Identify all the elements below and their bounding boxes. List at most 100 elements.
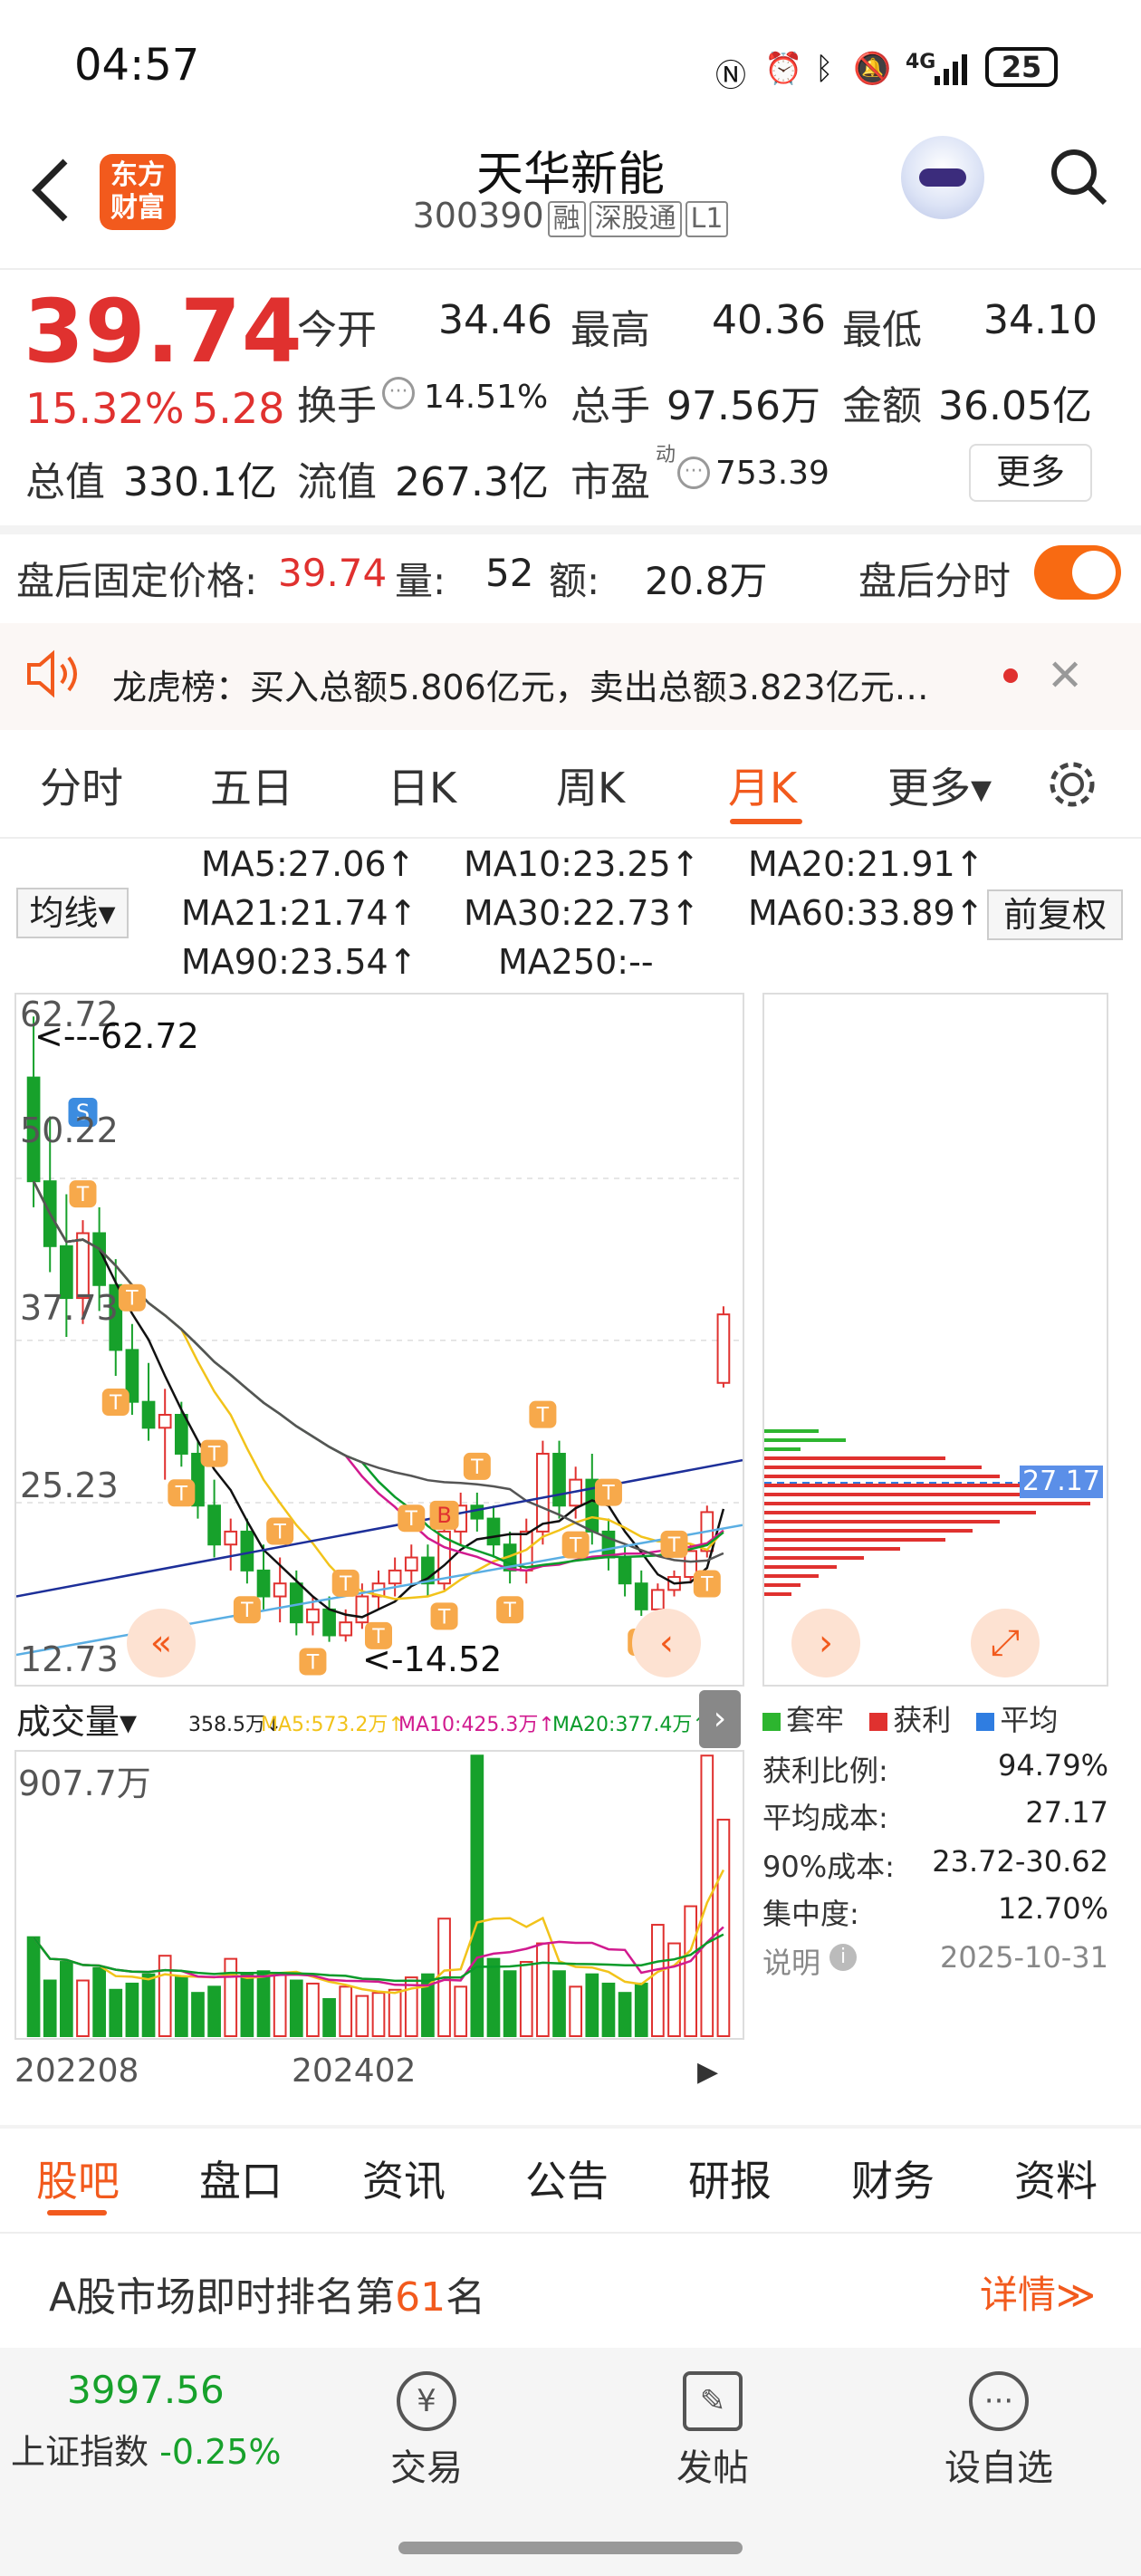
vol-ma5-legend: MA5:573.2万↑ bbox=[261, 1714, 405, 1736]
tab-weekly-k[interactable]: 周K bbox=[556, 755, 625, 815]
post-icon[interactable]: ✎ bbox=[683, 2371, 743, 2431]
status-bar: 04:57 Ⓝ ⏰ ᛒ 🔕 4G 25 bbox=[0, 0, 1141, 127]
index-value[interactable]: 3997.56 bbox=[67, 2368, 225, 2412]
ma20-label: MA20:21.91↑ bbox=[748, 844, 984, 884]
svg-text:T: T bbox=[503, 1600, 516, 1622]
chip-bar bbox=[764, 1502, 1090, 1505]
volume-bar bbox=[552, 1970, 566, 2038]
legend-swatch bbox=[976, 1713, 995, 1731]
chip-date: 2025-10-31 bbox=[940, 1940, 1108, 1975]
candle-body bbox=[207, 1504, 221, 1546]
adjust-selector[interactable]: 前复权 bbox=[987, 889, 1123, 940]
y-axis-label: 12.73 bbox=[20, 1639, 119, 1679]
svg-text:T: T bbox=[175, 1483, 188, 1505]
t-badge: T bbox=[398, 1504, 426, 1533]
tab-news[interactable]: 资讯 bbox=[362, 2148, 446, 2208]
nfc-icon: Ⓝ bbox=[715, 58, 746, 94]
vol-ma10-legend: MA10:425.3万↑ bbox=[398, 1714, 555, 1736]
divider bbox=[0, 837, 1141, 839]
info-icon[interactable]: i bbox=[829, 1944, 857, 1971]
watchlist-label[interactable]: 设自选 bbox=[926, 2438, 1071, 2491]
expand-icon[interactable]: ⤢ bbox=[971, 1609, 1040, 1677]
chip-bar bbox=[764, 1511, 1036, 1514]
volume-bar bbox=[141, 1973, 156, 2037]
chip-bar bbox=[764, 1547, 900, 1551]
afterhours-toggle[interactable] bbox=[1034, 545, 1121, 600]
chip-bar bbox=[764, 1592, 791, 1596]
ma-selector[interactable]: 均线▾ bbox=[16, 888, 129, 938]
tab-monthly-k[interactable]: 月K bbox=[728, 755, 797, 815]
chip-bar bbox=[764, 1574, 819, 1578]
candle-body bbox=[158, 1413, 172, 1429]
volume-bar bbox=[388, 1988, 402, 2037]
pe-label: 市盈 bbox=[570, 459, 650, 505]
y-axis-label: 25.23 bbox=[20, 1466, 119, 1505]
t-badge: T bbox=[430, 1602, 458, 1630]
volume-bar bbox=[256, 1970, 271, 2038]
volume-bar bbox=[125, 1982, 139, 2038]
float-value: 267.3亿 bbox=[395, 459, 549, 505]
chip-distribution[interactable]: 27.17 › ⤢ bbox=[762, 993, 1108, 1687]
kline-chart[interactable]: TTTTTTTTTTTTTTTTTTTTSB 62.72 50.22 37.73… bbox=[14, 993, 744, 1687]
play-icon[interactable]: ▶ bbox=[697, 2056, 718, 2088]
post-label[interactable]: 发帖 bbox=[640, 2438, 785, 2491]
info-icon[interactable]: ··· bbox=[677, 457, 710, 489]
more-button[interactable]: 更多 bbox=[969, 444, 1092, 502]
ma60-label: MA60:33.89↑ bbox=[748, 893, 984, 933]
tab-more[interactable]: 更多▾ bbox=[887, 755, 992, 815]
trade-label[interactable]: 交易 bbox=[354, 2438, 499, 2491]
assistant-robot-icon[interactable] bbox=[901, 136, 984, 219]
watchlist-icon[interactable]: ··· bbox=[969, 2371, 1029, 2431]
t-badge: T bbox=[529, 1400, 557, 1428]
afterhours-price: 39.74 bbox=[278, 551, 388, 595]
tab-announce[interactable]: 公告 bbox=[525, 2148, 609, 2208]
candle-body bbox=[470, 1504, 484, 1520]
indicator-selector[interactable]: 成交量▾ bbox=[16, 1694, 137, 1744]
index-name[interactable]: 上证指数 -0.25% bbox=[11, 2424, 282, 2474]
tab-intraday[interactable]: 分时 bbox=[40, 755, 123, 815]
candle-body bbox=[174, 1413, 188, 1455]
tab-finance[interactable]: 财务 bbox=[851, 2148, 935, 2208]
y-axis-label: 50.22 bbox=[20, 1110, 119, 1150]
turnover-value: 14.51% bbox=[424, 379, 549, 416]
volume-bar bbox=[76, 1979, 90, 2037]
trade-icon[interactable]: ¥ bbox=[397, 2371, 456, 2431]
divider bbox=[0, 2232, 1141, 2234]
detail-link[interactable]: 详情≫ bbox=[980, 2264, 1096, 2320]
gear-icon[interactable] bbox=[1045, 757, 1099, 812]
svg-text:T: T bbox=[240, 1600, 254, 1622]
high-value: 40.36 bbox=[712, 297, 826, 343]
volume-bar bbox=[322, 1998, 336, 2038]
volume-ma-line bbox=[33, 1933, 724, 1983]
explain-label[interactable]: 说明 bbox=[762, 1940, 820, 1982]
prev-button[interactable]: ‹ bbox=[632, 1609, 701, 1677]
volume-bar bbox=[601, 1982, 616, 2038]
legend-swatch bbox=[762, 1713, 781, 1731]
high-label: 最高 bbox=[570, 307, 650, 353]
t-badge: T bbox=[118, 1283, 146, 1312]
t-badge: T bbox=[463, 1452, 491, 1480]
afterhours-toggle-label: 盘后分时 bbox=[858, 559, 1012, 603]
t-badge: T bbox=[594, 1478, 622, 1506]
tab-profile[interactable]: 资料 bbox=[1014, 2148, 1098, 2208]
volume-bar bbox=[634, 1982, 648, 2038]
expand-arrow-icon[interactable]: › bbox=[699, 1690, 741, 1748]
market-rank: A股市场即时排名第61名 bbox=[49, 2274, 486, 2321]
tab-5day[interactable]: 五日 bbox=[210, 755, 293, 815]
next-button[interactable]: › bbox=[791, 1609, 860, 1677]
tab-research[interactable]: 研报 bbox=[688, 2148, 772, 2208]
close-icon[interactable]: ✕ bbox=[1047, 650, 1083, 701]
ma90-label: MA90:23.54↑ bbox=[181, 942, 417, 982]
info-icon[interactable]: ··· bbox=[382, 377, 415, 409]
profit-ratio-value: 94.79% bbox=[997, 1748, 1108, 1783]
tab-daily-k[interactable]: 日K bbox=[388, 755, 456, 815]
notice-text[interactable]: 龙虎榜：买入总额5.806亿元，卖出总额3.823亿元… bbox=[112, 659, 929, 709]
scroll-left-button[interactable]: « bbox=[127, 1609, 196, 1677]
tab-pankou[interactable]: 盘口 bbox=[199, 2148, 283, 2208]
svg-text:T: T bbox=[536, 1405, 550, 1427]
tab-guba[interactable]: 股吧 bbox=[36, 2148, 120, 2208]
search-icon[interactable] bbox=[1049, 147, 1108, 207]
avg-cost-tag: 27.17 bbox=[1020, 1466, 1103, 1498]
chip-bar bbox=[764, 1484, 1027, 1487]
t-badge: T bbox=[331, 1569, 360, 1597]
